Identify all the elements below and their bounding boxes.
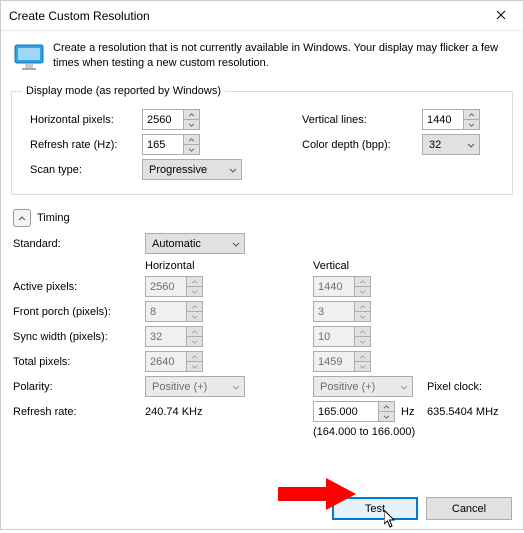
vertical-header: Vertical [313,260,423,272]
chevron-down-icon [225,164,237,176]
vertical-lines-label: Vertical lines: [302,114,422,126]
info-bar: Create a resolution that is not currentl… [11,37,513,79]
vertical-lines-input[interactable] [422,109,480,130]
timing-label: Timing [37,212,70,224]
refresh-rate-label: Refresh rate (Hz): [22,139,142,151]
total-pixels-v [313,351,371,372]
display-mode-group: Display mode (as reported by Windows) Ho… [11,85,513,195]
pixel-clock-label: Pixel clock: [427,381,511,393]
active-pixels-h [145,276,203,297]
close-button[interactable] [478,1,523,31]
test-button[interactable]: Test [332,497,418,520]
refresh-rate-v-input[interactable] [313,401,395,422]
sync-width-v [313,326,371,347]
chevron-down-icon [228,381,240,393]
active-pixels-label: Active pixels: [13,281,145,293]
info-text: Create a resolution that is not currentl… [53,41,511,71]
monitor-icon [13,41,45,73]
timing-group: Timing Standard: Automatic Horizontal Ve… [11,203,513,442]
total-pixels-h [145,351,203,372]
refresh-rate-range: (164.000 to 166.000) [313,426,415,438]
refresh-rate-unit: Hz [401,406,414,418]
scan-type-label: Scan type: [22,164,142,176]
sync-width-h [145,326,203,347]
refresh-rate-input[interactable] [142,134,200,155]
total-pixels-label: Total pixels: [13,356,145,368]
front-porch-label: Front porch (pixels): [13,306,145,318]
close-icon [496,9,506,23]
scan-type-select[interactable]: Progressive [142,159,242,180]
horizontal-pixels-input[interactable] [142,109,200,130]
front-porch-v [313,301,371,322]
pixel-clock-value: 635.5404 MHz [427,406,511,418]
standard-select[interactable]: Automatic [145,233,245,254]
window-title: Create Custom Resolution [9,9,478,23]
polarity-h-select: Positive (+) [145,376,245,397]
timing-refresh-rate-label: Refresh rate: [13,406,145,418]
active-pixels-v [313,276,371,297]
color-depth-select[interactable]: 32 [422,134,480,155]
polarity-v-select: Positive (+) [313,376,413,397]
refresh-rate-h-value: 240.74 KHz [145,406,313,418]
chevron-up-icon [18,212,26,224]
horizontal-pixels-label: Horizontal pixels: [22,114,142,126]
timing-collapse-toggle[interactable] [13,209,31,227]
standard-label: Standard: [13,238,145,250]
polarity-label: Polarity: [13,381,145,393]
chevron-down-icon [396,381,408,393]
front-porch-h [145,301,203,322]
display-mode-legend: Display mode (as reported by Windows) [22,85,225,97]
color-depth-label: Color depth (bpp): [302,139,422,151]
sync-width-label: Sync width (pixels): [13,331,145,343]
chevron-down-icon [463,139,475,151]
chevron-down-icon [228,238,240,250]
horizontal-header: Horizontal [145,260,313,272]
cancel-button[interactable]: Cancel [426,497,512,520]
